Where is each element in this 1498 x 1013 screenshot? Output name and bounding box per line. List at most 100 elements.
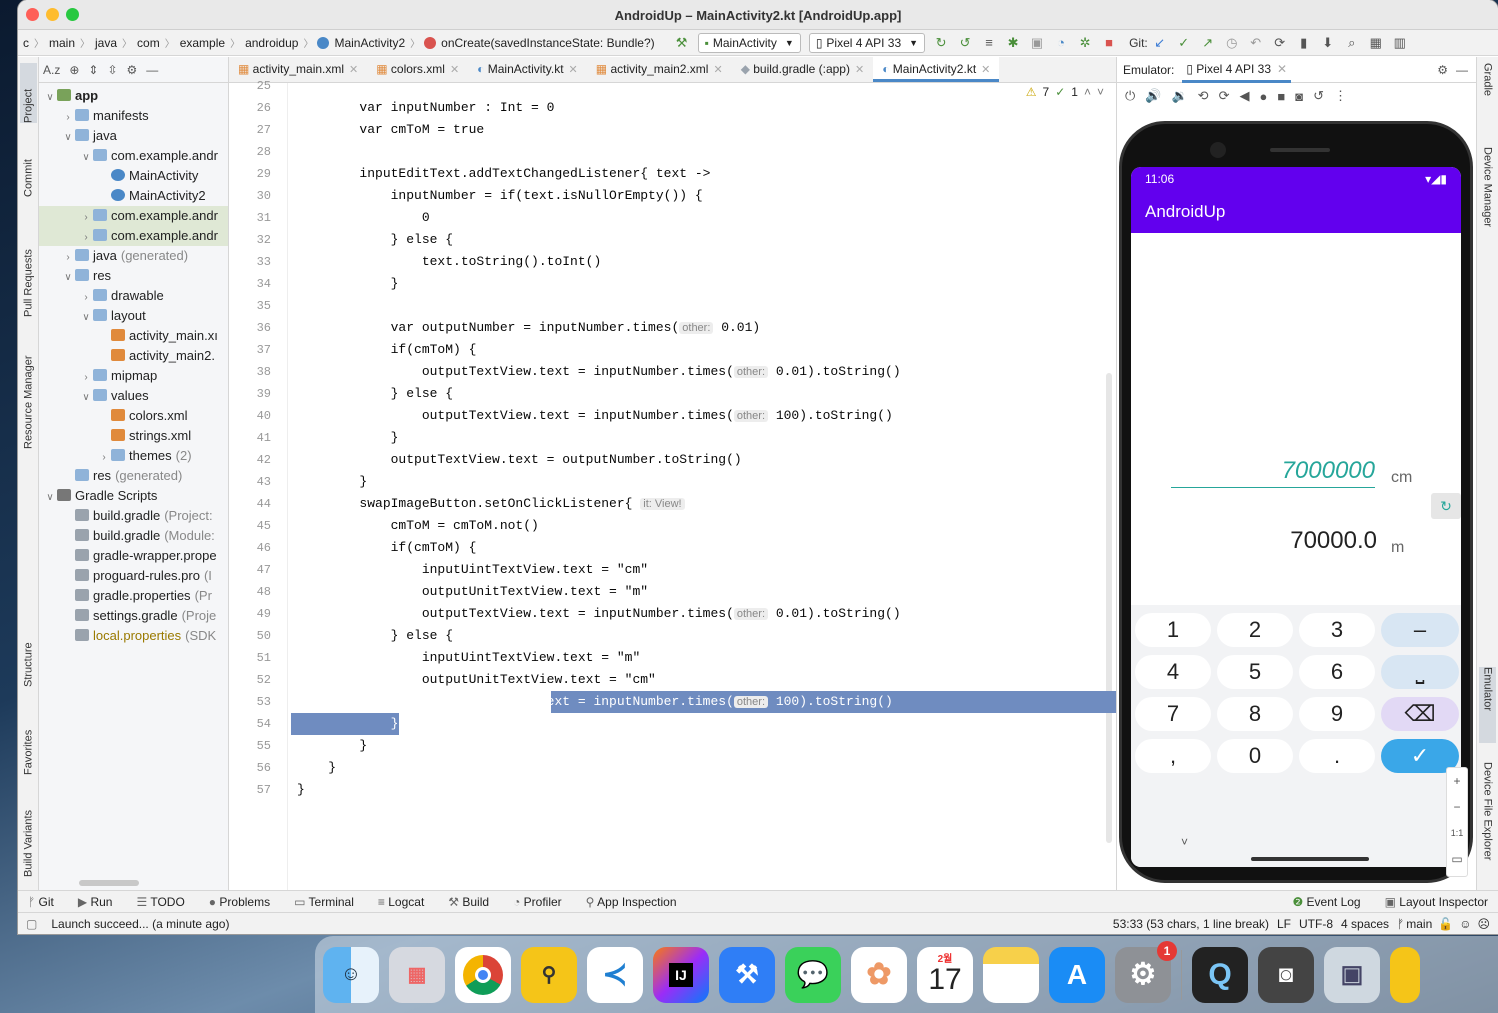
project-tree-item[interactable]: gradle-wrapper.prope [39,546,228,566]
keyboard-key[interactable]: ⌫ [1381,697,1459,731]
tab-commit[interactable]: Commit [20,137,37,197]
gesture-nav-bar[interactable] [1251,857,1369,861]
indent-setting[interactable]: 4 spaces [1341,917,1389,931]
expand-all-icon[interactable]: ⇕ [88,63,98,77]
code-line[interactable]: } else { [297,229,453,251]
keyboard-key[interactable]: , [1135,739,1211,773]
breadcrumb[interactable]: androidup [240,36,303,50]
tab-build-variants[interactable]: Build Variants [20,789,37,877]
coverage-run-icon[interactable]: ▣ [1029,35,1045,51]
vscode-icon[interactable]: ≺ [587,946,643,1003]
git-branch[interactable]: main [1406,917,1432,931]
close-icon[interactable]: ✕ [855,64,864,76]
project-tree-item[interactable]: activity_main.xı [39,326,228,346]
code-line[interactable]: } [297,735,367,757]
caret-position[interactable]: 53:33 (53 chars, 1 line break) [1113,917,1269,931]
sort-icon[interactable]: A.z [43,63,60,77]
tool-tab-problems[interactable]: ● Problems [199,895,280,909]
tab-resource-manager[interactable]: Resource Manager [20,329,37,449]
frown-icon[interactable]: ☹ [1477,917,1490,931]
code-line[interactable]: if(cmToM) { [297,339,477,361]
launchpad-icon[interactable]: ▦ [389,946,445,1003]
close-icon[interactable]: ✕ [569,64,578,76]
gear-icon[interactable]: ⚙ [1437,63,1448,77]
project-tree-item[interactable]: strings.xml [39,426,228,446]
input-number-field[interactable]: 7000000 [1171,457,1375,488]
code-line[interactable]: } [297,427,399,449]
code-line[interactable]: inputNumber = if(text.isNullOrEmpty()) { [297,185,703,207]
tool-tab-layout-inspector[interactable]: ▣ Layout Inspector [1375,895,1498,909]
zoom-in-icon[interactable]: + [1447,768,1467,794]
inspection-widget[interactable]: ⚠ 7 ✓ 1 ˄ ˅ [1026,85,1104,99]
system-preferences-icon[interactable]: ⚙ 1 [1115,940,1177,1003]
stop-icon[interactable]: ■ [1101,35,1117,51]
project-tree-item[interactable]: gradle.properties (Pr [39,586,228,606]
code-line[interactable]: if(cmToM) { [297,537,477,559]
preview-icon[interactable]: ▣ [1324,946,1380,1003]
project-tree-item[interactable]: MainActivity2 [39,186,228,206]
keyboard-key[interactable]: 4 [1135,655,1211,689]
chevron-down-icon[interactable]: ∨ [61,128,75,148]
hide-icon[interactable]: — [1456,63,1468,77]
code-line[interactable]: 0 [297,207,430,229]
chevron-down-icon[interactable]: ∨ [61,268,75,288]
project-tree-item[interactable]: › drawable [39,286,228,306]
calendar-icon[interactable]: 2월 17 [917,946,973,1003]
device-manager-icon[interactable]: ▮ [1296,35,1312,51]
gear-icon[interactable]: ⚙ [127,63,138,77]
tab-device-manager[interactable]: Device Manager [1479,147,1496,257]
project-tree-item[interactable]: res (generated) [39,466,228,486]
close-icon[interactable]: ✕ [713,64,722,76]
close-icon[interactable]: ✕ [1277,62,1287,76]
editor-tab[interactable]: ▦ activity_main2.xml ✕ [587,57,732,82]
photos-icon[interactable]: ✿ [851,946,907,1003]
chevron-right-icon[interactable]: › [97,448,111,468]
chevron-down-icon[interactable]: ∨ [43,488,57,508]
chevron-right-icon[interactable]: › [61,108,75,128]
hammer-icon[interactable]: ⚒ [674,35,690,51]
project-tree-item[interactable]: MainActivity [39,166,228,186]
project-tree-item[interactable]: › mipmap [39,366,228,386]
project-tree-item[interactable]: proguard-rules.pro (I [39,566,228,586]
search-icon[interactable]: ⌕ [1344,35,1360,51]
chrome-icon[interactable] [455,946,511,1003]
code-line[interactable]: swapImageButton.setOnClickListener{ it: … [297,493,685,515]
code-area[interactable]: 25 26 27 28 29 30 31 32 33 34 35 36 37 38 39 40 41 42 43 44… [229,79,1116,890]
keyboard-key[interactable]: 6 [1299,655,1375,689]
keyboard-key[interactable]: 8 [1217,697,1293,731]
apply-code-changes-icon[interactable]: ↺ [957,35,973,51]
code-line[interactable]: } [297,273,399,295]
project-tree-item[interactable]: ∨ app [39,86,228,106]
close-icon[interactable]: ✕ [450,64,459,76]
tab-structure[interactable]: Structure [20,617,37,687]
back-icon[interactable]: ◀ [1239,88,1249,104]
volume-down-icon[interactable]: 🔉 [1171,88,1187,104]
project-tree-item[interactable]: local.properties (SDK [39,626,228,646]
code-line[interactable]: outputTextView.text = inputNumber.times(… [297,405,893,427]
chevron-right-icon[interactable]: › [79,208,93,228]
partial-app-icon[interactable] [1390,946,1420,1003]
code-line[interactable]: } [297,471,367,493]
swap-button[interactable]: ↻ [1431,493,1461,519]
more-icon[interactable]: ⋮ [1334,88,1347,104]
breadcrumb[interactable]: com [132,36,165,50]
project-tree-item[interactable]: build.gradle (Module: [39,526,228,546]
tab-device-file-explorer[interactable]: Device File Explorer [1479,762,1496,892]
project-tree-item[interactable]: › themes (2) [39,446,228,466]
history-icon[interactable]: ◷ [1224,35,1240,51]
breadcrumb[interactable]: MainActivity2 [329,36,410,50]
xcode-icon[interactable]: ⚒ [719,946,775,1003]
profile-icon[interactable]: ◔ [1053,35,1069,51]
code-line[interactable]: outputTextView.text = inputNumber.times(… [297,603,901,625]
volume-up-icon[interactable]: 🔊 [1145,88,1161,104]
sync-gradle-icon[interactable]: ⟳ [1272,35,1288,51]
finder-icon[interactable]: ☺ [323,946,379,1003]
vysor-icon[interactable]: ⚲ [521,946,577,1003]
keyboard-key[interactable]: 7 [1135,697,1211,731]
code-line[interactable]: inputUintTextView.text = "cm" [297,559,648,581]
status-toggle-icon[interactable]: ▢ [26,917,37,931]
project-tree-item[interactable]: › com.example.andr [39,206,228,226]
code-line[interactable]: cmToM = cmToM.not() [297,515,539,537]
sdk-manager-icon[interactable]: ⬇ [1320,35,1336,51]
project-tree-item[interactable]: › com.example.andr [39,226,228,246]
